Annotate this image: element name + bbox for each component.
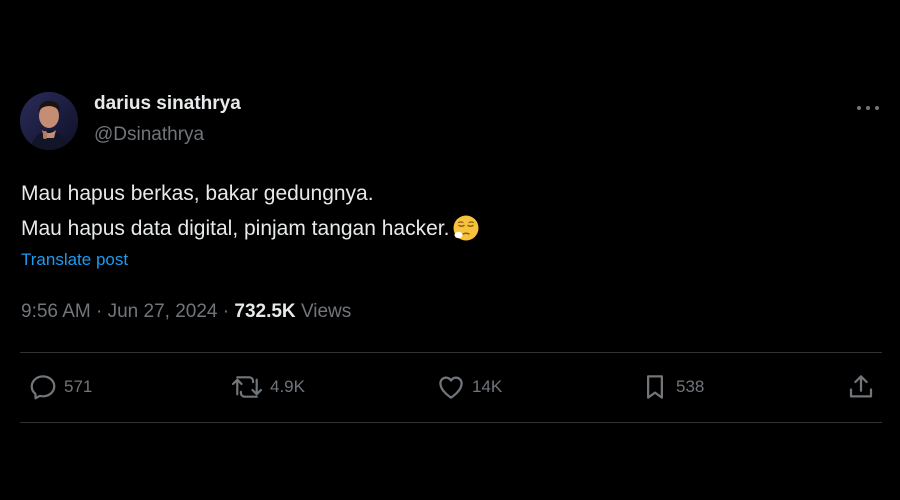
action-bar: 571 4.9K 14K 538: [20, 353, 882, 423]
more-dots-icon: [857, 106, 879, 110]
display-name[interactable]: darius sinathrya: [94, 92, 241, 116]
like-count: 14K: [472, 377, 503, 396]
views-count: 732.5K: [234, 301, 296, 322]
tweet-meta: 9:56 AM · Jun 27, 2024 · 732.5K Views: [21, 301, 351, 323]
meta-separator: ·: [222, 301, 230, 322]
bookmark-count: 538: [676, 377, 705, 396]
author-info: darius sinathrya @Dsinathrya: [94, 92, 241, 147]
bookmark-button[interactable]: 538: [640, 372, 704, 402]
repost-button[interactable]: 4.9K: [230, 372, 305, 402]
meta-separator: ·: [96, 301, 103, 322]
tweet-line: Mau hapus berkas, bakar gedungnya.: [21, 182, 374, 205]
post-date[interactable]: Jun 27, 2024: [108, 301, 218, 322]
reply-icon: [30, 375, 56, 400]
repost-icon: [231, 376, 263, 398]
like-button[interactable]: 14K: [436, 372, 502, 402]
views-label: Views: [300, 301, 352, 322]
tweet-text: Mau hapus berkas, bakar gedungnya. Mau h…: [21, 176, 479, 252]
pensive-face-emoji: [453, 215, 479, 252]
tweet-line: Mau hapus data digital, pinjam tangan ha…: [21, 217, 450, 240]
share-button[interactable]: [846, 372, 876, 402]
bookmark-icon: [647, 375, 663, 399]
divider-bottom: [20, 422, 882, 423]
reply-count: 571: [64, 377, 93, 396]
translate-post-link[interactable]: Translate post: [21, 250, 128, 270]
avatar[interactable]: [20, 92, 78, 150]
post-time[interactable]: 9:56 AM: [21, 301, 91, 322]
heart-icon: [439, 376, 463, 399]
tweet-line-with-emoji: Mau hapus data digital, pinjam tangan ha…: [21, 211, 479, 252]
more-options-button[interactable]: [854, 98, 882, 118]
repost-count: 4.9K: [270, 377, 305, 396]
user-handle[interactable]: @Dsinathrya: [94, 123, 241, 147]
share-icon: [849, 375, 873, 398]
reply-button[interactable]: 571: [28, 372, 92, 402]
avatar-image: [20, 92, 78, 150]
